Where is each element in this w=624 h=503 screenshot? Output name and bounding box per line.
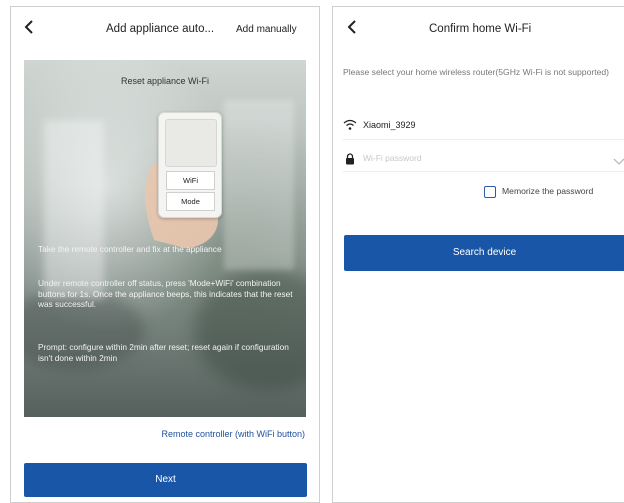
remote-wifi-button: WiFi <box>166 171 215 190</box>
illustration-title: Reset appliance Wi-Fi <box>120 76 210 86</box>
instruction-step-1: Take the remote controller and fix at th… <box>38 244 222 254</box>
router-hint-text: Please select your home wireless router(… <box>343 67 610 77</box>
next-button[interactable]: Next <box>24 463 307 497</box>
instruction-prompt: Prompt: configure within 2min after rese… <box>38 342 289 363</box>
page-title: Add appliance auto... <box>106 23 215 35</box>
wifi-network-row[interactable]: Xiaomi_3929 <box>343 113 624 140</box>
remote-mode-button: Mode <box>166 192 215 211</box>
wifi-icon <box>343 118 357 136</box>
wifi-password-input[interactable] <box>363 149 593 167</box>
wifi-network-name: Xiaomi_3929 <box>363 120 416 130</box>
page-title: Confirm home Wi-Fi <box>429 23 532 35</box>
chevron-down-icon[interactable] <box>613 153 624 171</box>
left-top-bar: Add appliance auto... Add manually <box>11 7 319 53</box>
remote-screen <box>165 119 217 167</box>
right-screen: Confirm home Wi-Fi Please select your ho… <box>332 6 624 503</box>
remote-controller-link[interactable]: Remote controller (with WiFi button) <box>161 429 305 439</box>
back-arrow-icon[interactable] <box>24 19 34 35</box>
instruction-step-2: Under remote controller off status, pres… <box>38 278 293 309</box>
password-row <box>343 145 624 172</box>
memorize-password-label: Memorize the password <box>502 186 594 196</box>
right-top-bar: Confirm home Wi-Fi <box>333 7 624 53</box>
lock-icon <box>345 152 355 170</box>
left-screen: Add appliance auto... Add manually Reset… <box>10 6 320 503</box>
reset-illustration: Reset appliance Wi-Fi WiFi Mode Take the… <box>24 60 306 417</box>
search-device-button[interactable]: Search device <box>344 235 624 271</box>
add-manually-link[interactable]: Add manually <box>236 24 297 35</box>
back-arrow-icon[interactable] <box>347 19 357 35</box>
checkbox-icon[interactable] <box>484 186 496 198</box>
remote-controller: WiFi Mode <box>158 112 222 218</box>
